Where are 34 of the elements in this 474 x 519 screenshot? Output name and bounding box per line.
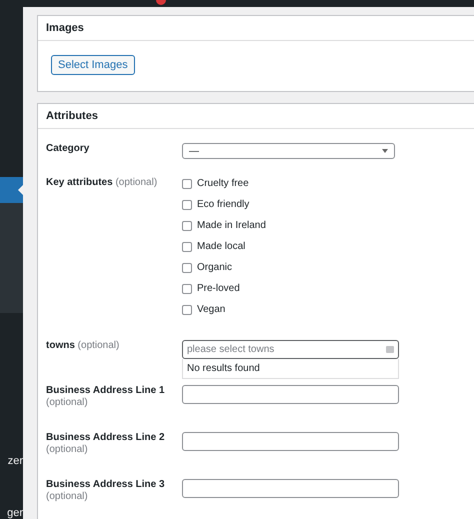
field-label: Business Address Line 2 (optional) bbox=[46, 432, 165, 454]
checkbox[interactable] bbox=[182, 200, 192, 210]
caret-icon bbox=[382, 149, 388, 153]
text-input[interactable] bbox=[182, 385, 399, 404]
field-label: Business Address Line 1 (optional) bbox=[46, 385, 165, 408]
checkbox-label: Eco friendly bbox=[197, 199, 250, 210]
checkbox-label: Vegan bbox=[197, 304, 226, 315]
panel-title: Images bbox=[38, 16, 474, 41]
category-select[interactable]: — bbox=[182, 143, 395, 159]
checkbox[interactable] bbox=[182, 304, 192, 314]
checkbox-label: Made local bbox=[197, 241, 246, 252]
checkbox-label: Pre-loved bbox=[197, 283, 240, 294]
field-label: Business Address Line 3 (optional) bbox=[46, 479, 165, 502]
no-results-message: No results found bbox=[182, 359, 399, 379]
checkbox[interactable] bbox=[182, 178, 192, 188]
towns-combobox[interactable]: please select towns bbox=[182, 340, 399, 359]
checkbox[interactable] bbox=[182, 284, 192, 294]
select-images-button[interactable]: Select Images bbox=[51, 55, 135, 75]
panel-title: Attributes bbox=[38, 104, 474, 129]
checkbox[interactable] bbox=[182, 242, 192, 252]
checkbox-label: Made in Ireland bbox=[197, 220, 266, 231]
checkbox-label: Organic bbox=[197, 262, 232, 273]
text-input[interactable] bbox=[182, 432, 399, 451]
sidebar-item[interactable]: ger bbox=[0, 507, 23, 519]
checkbox-label: Cruelty free bbox=[197, 178, 249, 189]
checkbox[interactable] bbox=[182, 262, 192, 272]
field-label: Key attributes (optional) bbox=[46, 177, 158, 188]
list-icon bbox=[386, 346, 394, 353]
text-input[interactable] bbox=[182, 479, 399, 498]
checkbox[interactable] bbox=[182, 220, 192, 230]
sidebar-item[interactable]: zer bbox=[0, 455, 23, 467]
field-label: towns (optional) bbox=[46, 340, 120, 351]
field-label: Category bbox=[46, 143, 90, 154]
sidebar-item[interactable] bbox=[0, 177, 23, 203]
